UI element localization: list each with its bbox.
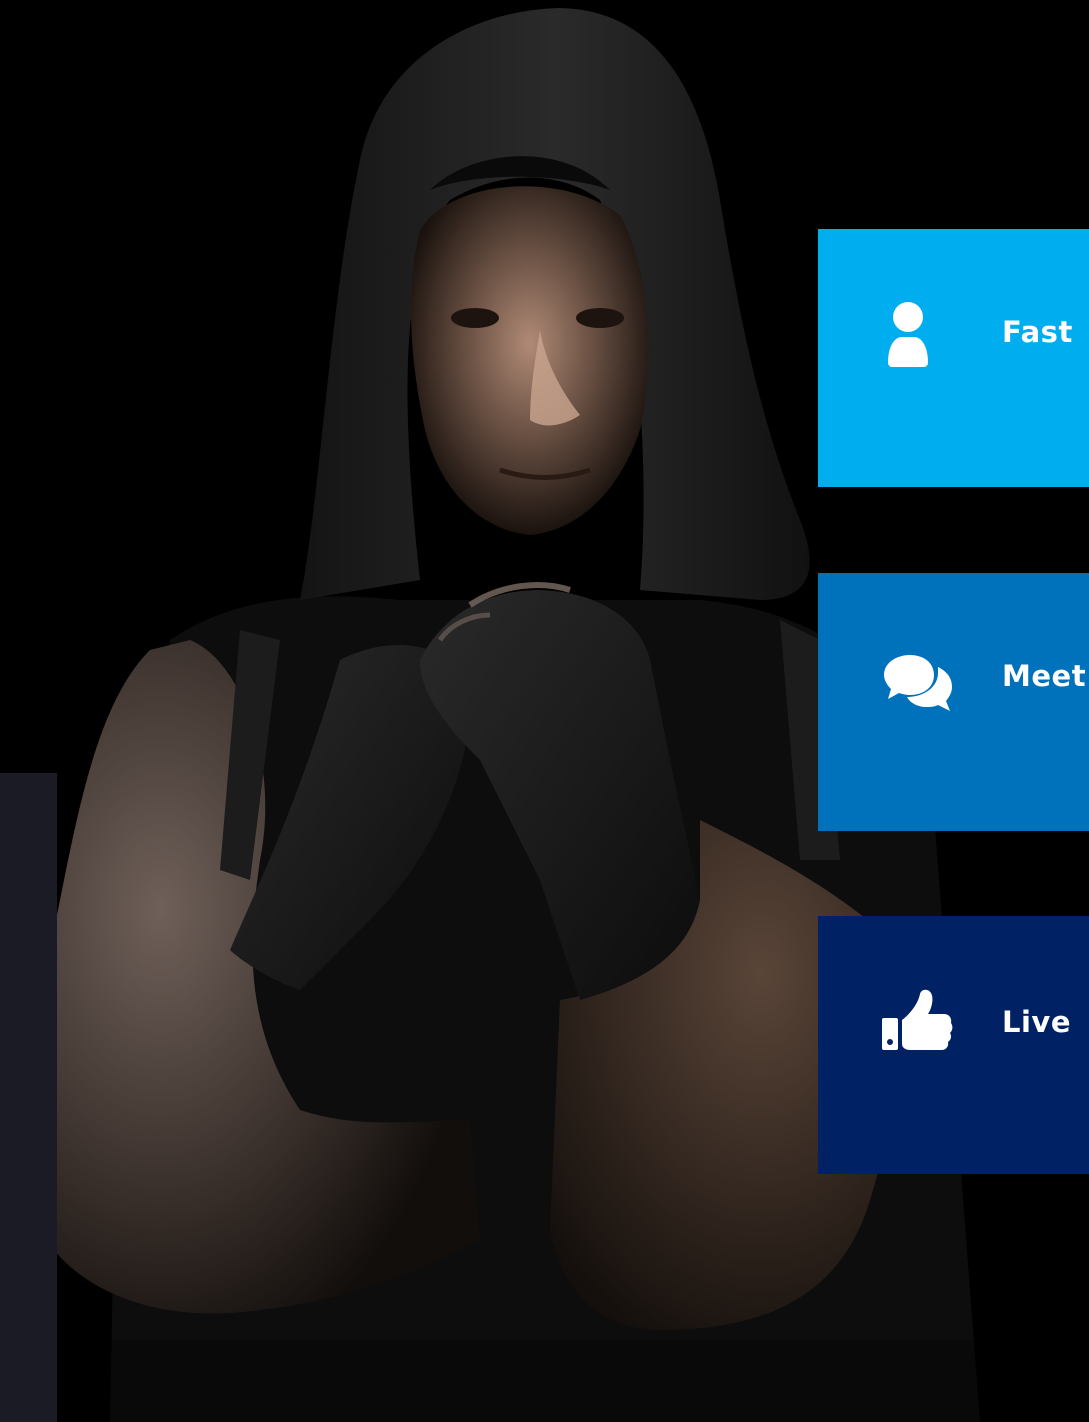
feature-title: Fast: [1002, 315, 1073, 349]
thumbs-up-icon: [880, 988, 956, 1056]
side-panel: [0, 773, 57, 1422]
user-icon: [880, 301, 956, 369]
comments-icon: [880, 645, 956, 713]
feature-card-live[interactable]: Live: [818, 916, 1089, 1174]
feature-title: Meet: [1002, 659, 1087, 693]
feature-card-fast[interactable]: Fast: [818, 229, 1089, 487]
page: Fast Meet Live: [0, 0, 1089, 1422]
feature-title: Live: [1002, 1005, 1071, 1039]
feature-card-meet[interactable]: Meet: [818, 573, 1089, 831]
